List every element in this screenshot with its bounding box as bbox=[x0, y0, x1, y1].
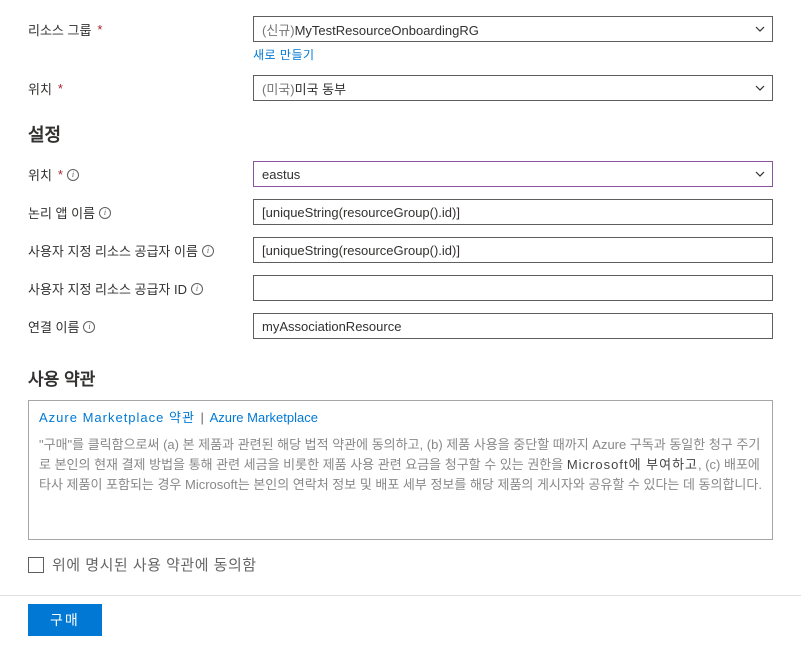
required-asterisk: * bbox=[58, 81, 63, 96]
info-icon[interactable]: i bbox=[191, 283, 203, 295]
terms-section-title: 사용 약관 bbox=[28, 365, 773, 390]
info-icon[interactable]: i bbox=[83, 321, 95, 333]
info-icon[interactable]: i bbox=[99, 207, 111, 219]
logic-app-name-input[interactable] bbox=[253, 199, 773, 225]
resource-group-label: 리소스 그룹 * bbox=[28, 16, 253, 39]
info-icon[interactable]: i bbox=[67, 169, 79, 181]
location2-select[interactable]: eastus bbox=[253, 161, 773, 187]
association-name-label: 연결 이름 i bbox=[28, 313, 253, 336]
terms-header: Azure Marketplace 약관 | Azure Marketplace bbox=[39, 407, 762, 429]
required-asterisk: * bbox=[97, 22, 102, 37]
custom-rp-name-input[interactable] bbox=[253, 237, 773, 263]
custom-rp-id-input[interactable] bbox=[253, 275, 773, 301]
custom-rp-name-label: 사용자 지정 리소스 공급자 이름 i bbox=[28, 237, 253, 260]
required-asterisk: * bbox=[58, 167, 63, 182]
resource-group-select[interactable]: (신규)MyTestResourceOnboardingRG bbox=[253, 16, 773, 42]
settings-section-title: 설정 bbox=[28, 121, 773, 147]
footer: 구매 bbox=[0, 595, 801, 648]
custom-rp-id-label: 사용자 지정 리소스 공급자 ID i bbox=[28, 275, 253, 298]
terms-link-1[interactable]: Azure Marketplace 약관 bbox=[39, 410, 195, 425]
logic-app-name-label: 논리 앱 이름 i bbox=[28, 199, 253, 222]
agree-checkbox-label: 위에 명시된 사용 약관에 동의함 bbox=[52, 554, 257, 575]
agree-checkbox[interactable] bbox=[28, 557, 44, 573]
terms-box[interactable]: Azure Marketplace 약관 | Azure Marketplace… bbox=[28, 400, 773, 540]
location-select[interactable]: (미국)미국 동부 bbox=[253, 75, 773, 101]
chevron-down-icon bbox=[754, 82, 766, 94]
chevron-down-icon bbox=[754, 168, 766, 180]
chevron-down-icon bbox=[754, 23, 766, 35]
terms-body-text: "구매"를 클릭함으로써 (a) 본 제품과 관련된 해당 법적 약관에 동의하… bbox=[39, 435, 762, 495]
create-new-link[interactable]: 새로 만들기 bbox=[253, 46, 315, 63]
terms-link-2[interactable]: Azure Marketplace bbox=[210, 410, 318, 425]
association-name-input[interactable] bbox=[253, 313, 773, 339]
location2-label: 위치 * i bbox=[28, 161, 253, 184]
info-icon[interactable]: i bbox=[202, 245, 214, 257]
buy-button[interactable]: 구매 bbox=[28, 604, 102, 636]
location-label: 위치 * bbox=[28, 75, 253, 98]
